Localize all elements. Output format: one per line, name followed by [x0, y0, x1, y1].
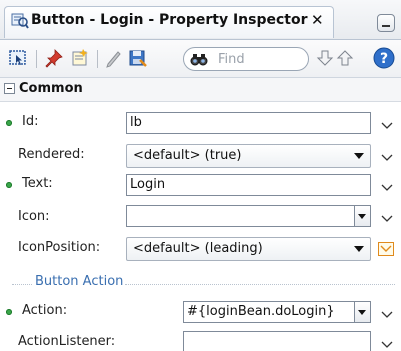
icon-position-label: IconPosition:	[18, 240, 101, 255]
group-divider	[12, 284, 32, 285]
title-bar: Button - Login - Property Inspector ✕	[0, 0, 401, 40]
icon-dropdown-button[interactable]	[355, 205, 371, 227]
up-arrow-icon[interactable]	[336, 48, 354, 68]
text-label: Text:	[22, 176, 53, 191]
rendered-select[interactable]: <default> (true)	[126, 144, 371, 168]
find-input[interactable]	[218, 51, 304, 67]
required-indicator-icon	[6, 309, 12, 315]
required-indicator-icon	[6, 120, 12, 126]
section-title: Common	[19, 81, 83, 96]
chevron-down-icon[interactable]	[381, 153, 393, 163]
collapse-icon[interactable]	[4, 83, 15, 94]
dropdown-arrow-icon	[354, 153, 364, 159]
find-field[interactable]	[183, 47, 309, 71]
action-dropdown-button[interactable]	[355, 301, 371, 323]
binoculars-icon	[190, 54, 208, 66]
action-label: Action:	[22, 303, 68, 318]
chevron-down-highlighted-icon[interactable]	[378, 242, 394, 256]
chevron-down-icon[interactable]	[381, 183, 393, 193]
icon-position-select[interactable]: <default> (leading)	[126, 237, 371, 261]
edit-properties-icon[interactable]	[70, 48, 90, 68]
action-field[interactable]: #{loginBean.doLogin}	[183, 301, 355, 323]
window-title: Button - Login - Property Inspector	[31, 12, 308, 28]
pencil-icon[interactable]	[104, 48, 124, 68]
chevron-down-icon[interactable]	[381, 214, 393, 224]
property-inspector-icon	[11, 13, 29, 29]
dropdown-arrow-icon	[354, 246, 364, 252]
toolbar-separator	[97, 50, 98, 68]
id-field[interactable]: lb	[126, 112, 371, 134]
icon-field[interactable]	[126, 205, 355, 227]
toolbar-separator	[36, 50, 37, 68]
chevron-down-icon[interactable]	[381, 340, 393, 350]
svg-text:?: ?	[380, 51, 388, 67]
chevron-down-icon[interactable]	[381, 310, 393, 320]
icon-label: Icon:	[18, 209, 50, 224]
id-value: lb	[130, 115, 142, 130]
action-listener-field[interactable]	[183, 331, 371, 351]
group-divider	[125, 284, 395, 285]
id-label: Id:	[22, 114, 39, 129]
toolbar: ?	[0, 40, 401, 78]
text-field[interactable]: Login	[126, 174, 371, 196]
action-value: #{loginBean.doLogin}	[187, 304, 335, 319]
pin-icon[interactable]	[44, 48, 64, 68]
group-label-button-action: Button Action	[35, 274, 124, 289]
down-arrow-icon[interactable]	[316, 48, 334, 68]
close-tab-icon[interactable]: ✕	[311, 11, 324, 29]
icon-position-value: <default> (leading)	[133, 241, 263, 256]
select-icon[interactable]	[8, 48, 28, 68]
text-value: Login	[130, 177, 166, 192]
chevron-down-icon[interactable]	[381, 121, 393, 131]
help-icon[interactable]: ?	[373, 47, 395, 69]
bind-to-data-icon[interactable]	[128, 48, 148, 68]
property-inspector-tab[interactable]: Button - Login - Property Inspector ✕	[4, 6, 334, 38]
required-indicator-icon	[6, 182, 12, 188]
minimize-button[interactable]	[377, 14, 395, 32]
action-listener-label: ActionListener:	[18, 334, 116, 349]
rendered-label: Rendered:	[18, 147, 85, 162]
rendered-value: <default> (true)	[133, 148, 242, 163]
section-header-common[interactable]: Common	[0, 78, 401, 102]
